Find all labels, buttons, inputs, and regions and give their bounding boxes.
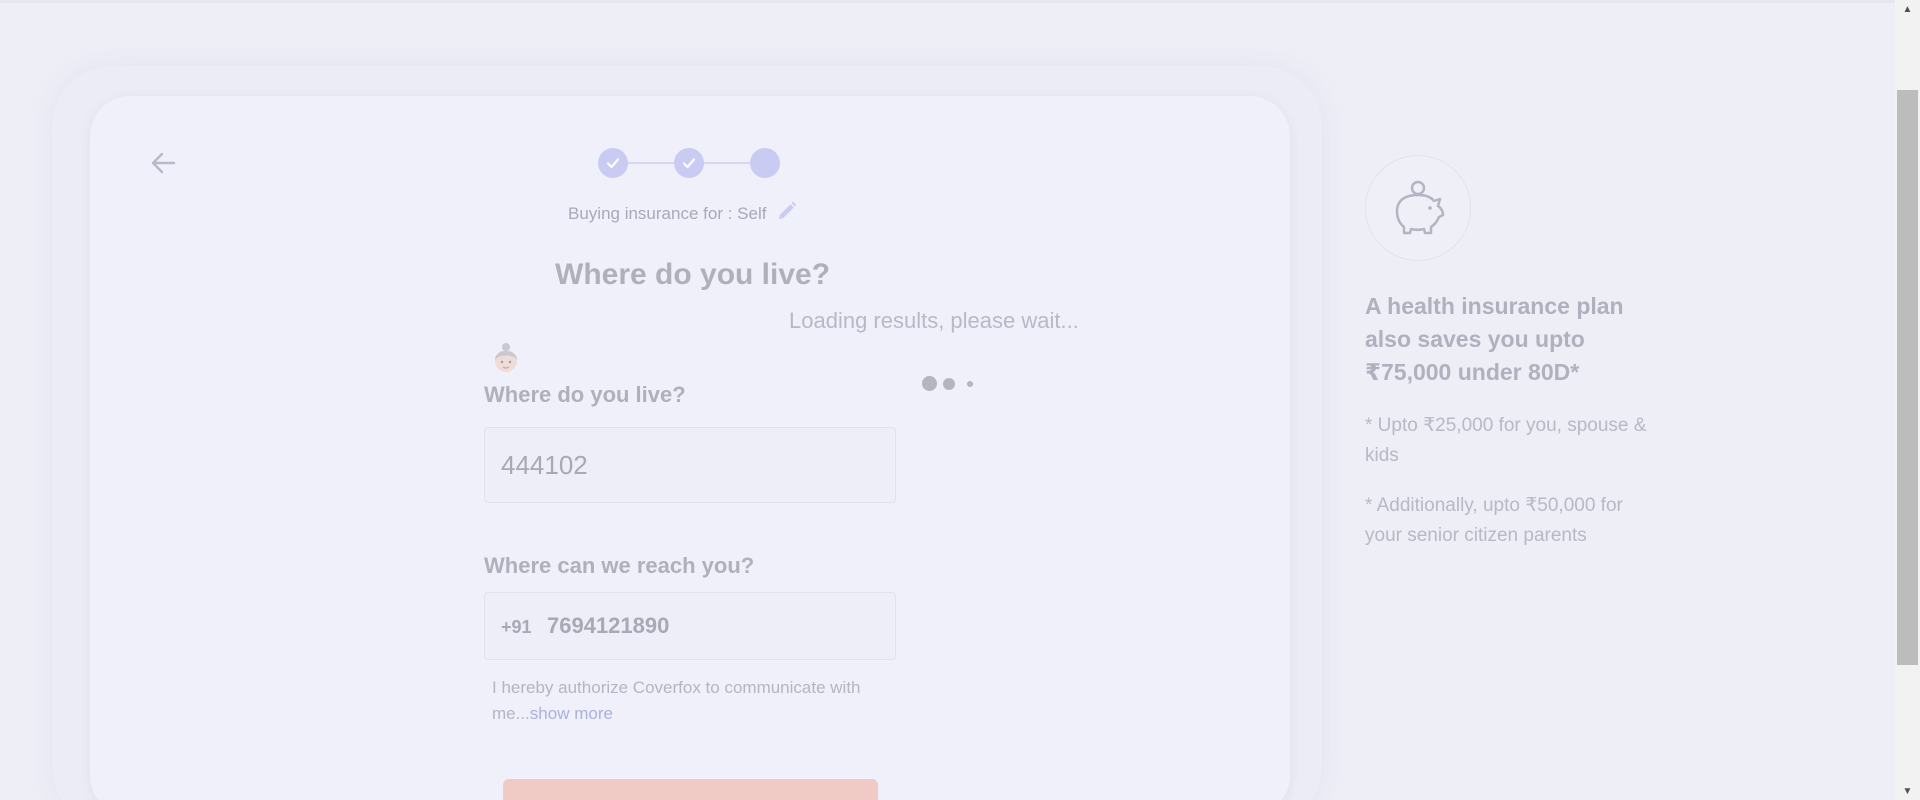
page: Buying insurance for : Self Where do you… (0, 0, 1895, 800)
step-1-completed (598, 148, 628, 178)
phone-input[interactable]: +91 7694121890 (484, 592, 896, 660)
show-more-link[interactable]: show more (530, 704, 613, 723)
step-3-current (750, 148, 780, 178)
loading-dot (967, 381, 973, 387)
pincode-value: 444102 (501, 450, 588, 480)
phone-value: 7694121890 (547, 613, 670, 638)
buying-for-row: Buying insurance for : Self (568, 200, 798, 227)
piggy-bank-icon (1395, 180, 1445, 235)
promo-title: A health insurance plan also saves you u… (1365, 293, 1624, 385)
consent-text: I hereby authorize Coverfox to communica… (492, 675, 892, 727)
progress-stepper (598, 148, 780, 178)
loading-dot (943, 378, 955, 390)
scroll-up-arrow-icon[interactable]: ▲ (1895, 0, 1920, 18)
pincode-label: Where do you live? (484, 382, 686, 407)
user-avatar-icon (488, 340, 524, 376)
top-divider (0, 0, 1895, 3)
stepper-connector (628, 162, 674, 164)
checkmark-icon (682, 158, 696, 169)
savings-badge (1365, 155, 1471, 261)
step-2-completed (674, 148, 704, 178)
promo-note-1: * Upto ₹25,000 for you, spouse & kids (1365, 415, 1647, 466)
vertical-scrollbar[interactable]: ▲ ▼ (1895, 0, 1920, 800)
promo-note-2: * Additionally, upto ₹50,000 for your se… (1365, 495, 1623, 546)
country-code: +91 (501, 617, 532, 637)
stepper-connector (704, 162, 750, 164)
loading-spinner (920, 375, 980, 391)
pencil-icon[interactable] (776, 200, 798, 227)
buying-for-label: Buying insurance for : Self (568, 203, 767, 223)
submit-button[interactable] (503, 779, 878, 800)
phone-label: Where can we reach you? (484, 553, 755, 578)
scrollbar-thumb[interactable] (1897, 90, 1918, 665)
loading-dot (922, 376, 937, 391)
loading-message: Loading results, please wait... (789, 308, 1079, 333)
page-title: Where do you live? (555, 258, 831, 291)
pincode-input[interactable]: 444102 (484, 427, 896, 503)
checkmark-icon (606, 158, 620, 169)
back-arrow-icon[interactable] (148, 148, 178, 178)
scroll-down-arrow-icon[interactable]: ▼ (1895, 782, 1920, 800)
